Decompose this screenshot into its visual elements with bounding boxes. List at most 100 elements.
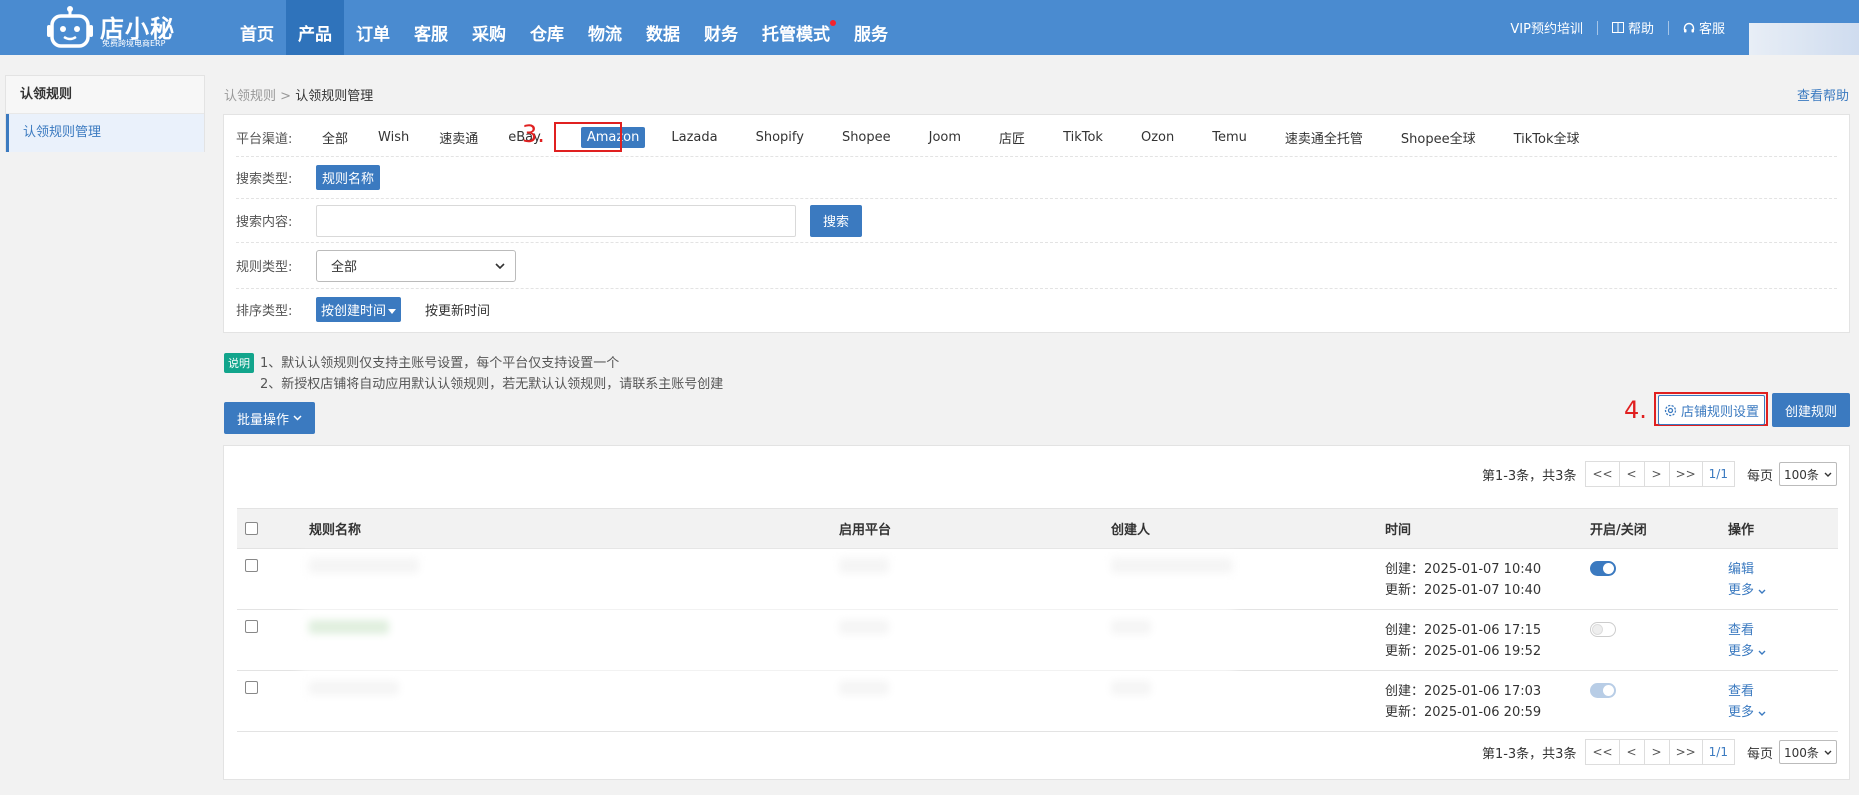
platform-temu[interactable]: Temu [1206, 127, 1253, 148]
per-page-select[interactable]: 100条 [1779, 462, 1837, 486]
row-checkbox[interactable] [245, 681, 258, 694]
col-rule-name: 规则名称 [309, 508, 839, 549]
notification-dot [830, 20, 836, 26]
vip-training-label: VIP预约培训 [1510, 22, 1583, 37]
sidebar-item-rule-management[interactable]: 认领规则管理 [6, 114, 204, 152]
row-select-cell [237, 670, 309, 732]
rule-type-select[interactable]: 全部 [316, 249, 516, 282]
platform-tiktok-global[interactable]: TikTok全球 [1508, 125, 1586, 150]
nav-home[interactable]: 首页 [228, 0, 286, 55]
col-time: 时间 [1385, 508, 1590, 549]
enable-toggle[interactable] [1590, 561, 1616, 576]
pager-last-button[interactable]: >> [1668, 739, 1703, 765]
edit-link[interactable]: 编辑 [1728, 559, 1838, 580]
view-help-link[interactable]: 查看帮助 [1797, 85, 1849, 104]
view-link[interactable]: 查看 [1728, 681, 1838, 702]
pager-last-button[interactable]: >> [1668, 461, 1703, 487]
toggle-knob [1603, 563, 1614, 574]
row-checkbox[interactable] [245, 559, 258, 572]
nav-finance[interactable]: 财务 [692, 0, 750, 55]
chevron-down-icon [293, 415, 302, 421]
view-link[interactable]: 查看 [1728, 620, 1838, 641]
platform-aliexpress[interactable]: 速卖通 [433, 125, 484, 150]
nav-hosted-mode[interactable]: 托管模式 [750, 0, 842, 55]
more-dropdown[interactable]: 更多 [1728, 580, 1838, 601]
robot-logo-icon [47, 6, 93, 48]
batch-operation-label: 批量操作 [236, 412, 289, 428]
pager-prev-button[interactable]: < [1618, 739, 1645, 765]
note-badge: 说明 [224, 353, 254, 373]
more-dropdown[interactable]: 更多 [1728, 702, 1838, 723]
help-link-top[interactable]: 帮助 [1598, 18, 1668, 37]
sort-row: 排序类型: 按创建时间 按更新时间 [236, 289, 1837, 329]
nav-warehouse[interactable]: 仓库 [518, 0, 576, 55]
search-button[interactable]: 搜索 [810, 204, 862, 237]
per-page-select[interactable]: 100条 [1779, 740, 1837, 764]
row-checkbox[interactable] [245, 620, 258, 633]
nav-services[interactable]: 服务 [842, 0, 900, 55]
platform-shopee-global[interactable]: Shopee全球 [1395, 125, 1482, 150]
create-rule-button[interactable]: 创建规则 [1772, 393, 1850, 427]
rule-type-label: 规则类型: [236, 260, 293, 275]
search-content-label: 搜索内容: [236, 215, 293, 230]
row-select-cell [237, 609, 309, 671]
nav-customer-service[interactable]: 客服 [402, 0, 460, 55]
user-account-area[interactable] [1749, 22, 1859, 55]
pager-summary: 第1-3条，共3条 [1481, 746, 1577, 762]
platform-joom[interactable]: Joom [923, 127, 967, 148]
chevron-down-icon [1824, 750, 1832, 755]
platform-row: 平台渠道: 全部 Wish 速卖通 eBay Amazon Lazada Sho… [236, 119, 1837, 157]
pager-first-button[interactable]: << [1585, 739, 1620, 765]
enable-toggle[interactable] [1590, 683, 1616, 698]
per-page-value: 100条 [1784, 467, 1819, 482]
platform-lazada[interactable]: Lazada [665, 127, 723, 148]
platform-label: 平台渠道: [236, 132, 293, 147]
rule-type-row: 规则类型: 全部 [236, 243, 1837, 289]
shop-rule-settings-button[interactable]: 店铺规则设置 [1658, 395, 1765, 425]
platform-shopee[interactable]: Shopee [836, 127, 897, 148]
time-cell: 创建：2025-01-06 17:03 更新：2025-01-06 20:59 [1385, 670, 1590, 732]
platform-shoplazza[interactable]: 店匠 [993, 125, 1031, 150]
nav-data[interactable]: 数据 [634, 0, 692, 55]
platform-tiktok[interactable]: TikTok [1057, 127, 1109, 148]
more-dropdown[interactable]: 更多 [1728, 641, 1838, 662]
nav-purchase[interactable]: 采购 [460, 0, 518, 55]
per-page-value: 100条 [1784, 745, 1819, 760]
pager-first-button[interactable]: << [1585, 461, 1620, 487]
sort-by-created[interactable]: 按创建时间 [316, 296, 402, 322]
pager-next-button[interactable]: > [1643, 739, 1670, 765]
platform-ozon[interactable]: Ozon [1135, 127, 1180, 148]
batch-operation-button[interactable]: 批量操作 [224, 402, 315, 434]
nav-products[interactable]: 产品 [286, 0, 344, 55]
pager-prev-button[interactable]: < [1618, 461, 1645, 487]
shop-rule-settings-label: 店铺规则设置 [1680, 404, 1759, 420]
sort-by-updated[interactable]: 按更新时间 [425, 300, 490, 319]
platform-wish[interactable]: Wish [372, 127, 415, 148]
brand-subtitle: 免费跨境电商ERP [102, 39, 166, 48]
sidebar-title: 认领规则 [6, 76, 204, 114]
sort-by-created-label: 按创建时间 [321, 303, 387, 319]
enable-toggle[interactable] [1590, 622, 1616, 637]
chevron-down-icon [1824, 472, 1832, 477]
search-type-rule-name[interactable]: 规则名称 [316, 165, 381, 190]
sidebar: 认领规则 认领规则管理 [5, 75, 205, 152]
breadcrumb-parent[interactable]: 认领规则 [224, 89, 276, 104]
col-platform: 启用平台 [839, 508, 1111, 549]
platform-all[interactable]: 全部 [316, 125, 354, 150]
pager-next-button[interactable]: > [1643, 461, 1670, 487]
vip-training-link[interactable]: VIP预约培训 [1496, 18, 1597, 37]
nav-orders[interactable]: 订单 [344, 0, 402, 55]
filter-panel: 平台渠道: 全部 Wish 速卖通 eBay Amazon Lazada Sho… [223, 114, 1850, 333]
toggle-knob [1592, 624, 1603, 635]
customer-service-link[interactable]: 客服 [1669, 18, 1739, 37]
time-cell: 创建：2025-01-06 17:15 更新：2025-01-06 19:52 [1385, 609, 1590, 671]
brand-logo[interactable]: 店小秘 免费跨境电商ERP [46, 3, 196, 51]
platform-shopify[interactable]: Shopify [750, 127, 810, 148]
time-cell: 创建：2025-01-07 10:40 更新：2025-01-07 10:40 [1385, 548, 1590, 610]
nav-logistics[interactable]: 物流 [576, 0, 634, 55]
more-label: 更多 [1728, 705, 1755, 720]
select-all-checkbox[interactable] [245, 522, 258, 535]
created-time: 创建：2025-01-06 17:15 [1385, 623, 1542, 638]
platform-aliexpress-full[interactable]: 速卖通全托管 [1279, 125, 1369, 150]
search-input[interactable] [316, 204, 796, 237]
